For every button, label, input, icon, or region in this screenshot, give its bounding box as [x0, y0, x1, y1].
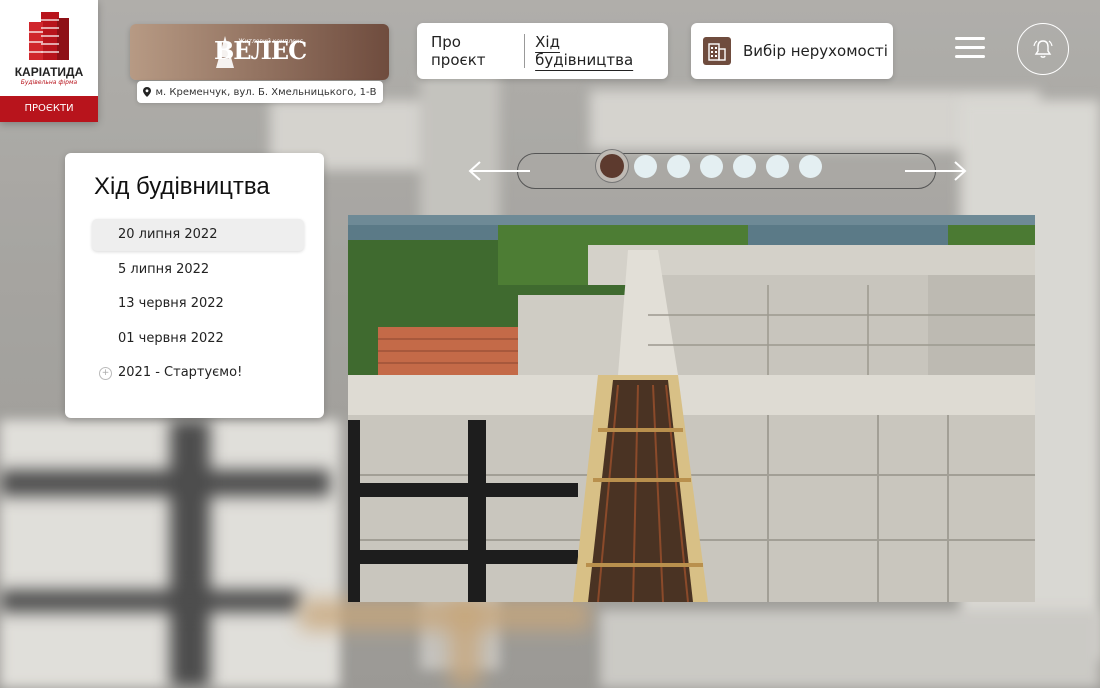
logo-subtitle: Будівельна фірма [20, 79, 78, 86]
project-tagline: Житловий комплекс [238, 38, 303, 45]
timeline-item[interactable]: 01 червня 2022 [92, 323, 304, 355]
progress-timeline: Хід будівництва 20 липня 2022 5 липня 20… [65, 153, 324, 418]
projects-link[interactable]: ПРОЄКТИ [0, 96, 98, 122]
timeline-item[interactable]: + 2021 - Стартуємо! [92, 357, 304, 389]
timeline-list: 20 липня 2022 5 липня 2022 13 червня 202… [92, 219, 304, 392]
notification-button[interactable] [1017, 23, 1069, 75]
slider-dot[interactable] [799, 154, 822, 178]
slider-dot[interactable] [600, 154, 624, 178]
building-logo-icon [29, 12, 69, 60]
slider-dot[interactable] [634, 154, 657, 178]
timeline-item[interactable]: 13 червня 2022 [92, 288, 304, 320]
project-nav: Про проєкт Хід будівництва [417, 23, 668, 79]
expand-plus-icon: + [99, 367, 112, 380]
project-address: м. Кременчук, вул. Б. Хмельницького, 1-В [137, 81, 383, 103]
slider-dot[interactable] [667, 154, 690, 178]
arrow-left-icon[interactable] [468, 160, 530, 182]
timeline-item[interactable]: 20 липня 2022 [92, 219, 304, 251]
company-logo[interactable]: КАРІАТИДА Будівельна фірма ПРОЄКТИ [0, 0, 98, 122]
bell-icon [1033, 40, 1053, 58]
logo-brand-text: КАРІАТИДА [14, 65, 84, 79]
building-icon [703, 37, 731, 65]
construction-photo [348, 215, 1035, 602]
timeline-item[interactable]: 5 липня 2022 [92, 254, 304, 286]
hamburger-menu-icon[interactable] [955, 37, 985, 59]
nav-about-link[interactable]: Про проєкт [417, 33, 524, 69]
timeline-title: Хід будівництва [94, 173, 270, 200]
select-property-label: Вибір нерухомості [743, 42, 888, 60]
location-pin-icon [143, 87, 152, 97]
address-text: м. Кременчук, вул. Б. Хмельницького, 1-В [155, 86, 377, 98]
nav-progress-link[interactable]: Хід будівництва [525, 33, 668, 69]
slider-dot[interactable] [700, 154, 723, 178]
project-logo-card[interactable]: ВЕЛЕС Житловий комплекс [130, 24, 389, 80]
arrow-right-icon[interactable] [905, 160, 967, 182]
select-property-button[interactable]: Вибір нерухомості [691, 23, 893, 79]
slider-dot[interactable] [766, 154, 789, 178]
slider-dot[interactable] [733, 154, 756, 178]
slider-dots [600, 154, 822, 178]
